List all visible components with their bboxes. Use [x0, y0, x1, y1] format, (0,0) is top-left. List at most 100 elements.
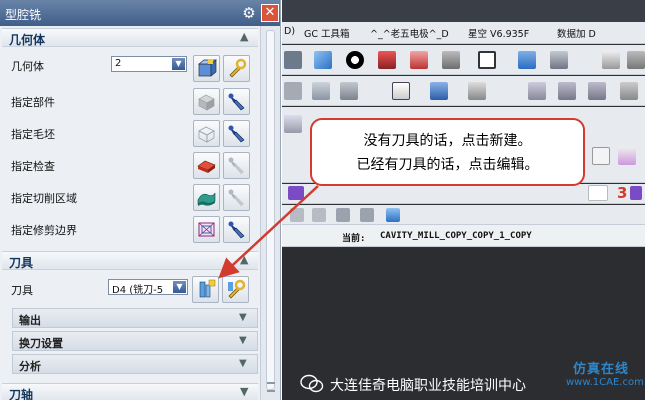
edit-geometry-button[interactable]	[223, 55, 250, 82]
toolbar-icon-21[interactable]	[620, 82, 638, 100]
toolbar-icon-11[interactable]	[627, 51, 645, 69]
toolbar-icon-1[interactable]	[284, 51, 302, 69]
annotation-callout: 没有刀具的话，点击新建。 已经有刀具的话，点击编辑。	[310, 118, 585, 186]
edge-view-icon[interactable]	[442, 51, 460, 69]
section-tool-axis-title: 刀轴	[9, 388, 34, 400]
tool-select-value: D4 (铣刀-5	[112, 285, 164, 296]
chevron-down-icon: ▼	[173, 281, 186, 293]
menu-xingkong[interactable]: 星空 V6.935F	[468, 26, 529, 40]
subsection-analysis-title: 分析	[19, 360, 41, 373]
toolbar-icon-14[interactable]	[340, 82, 358, 100]
edit-tool-button[interactable]	[222, 276, 249, 303]
geometry-label: 几何体	[11, 60, 44, 73]
toolbar-icon-8[interactable]	[518, 51, 536, 69]
callout-line-1: 没有刀具的话，点击新建。	[363, 133, 532, 149]
dialog-titlebar: 型腔铣 ⚙ ✕	[0, 0, 280, 26]
app-top-strip	[282, 0, 645, 22]
toolbar-icon-20[interactable]	[588, 82, 606, 100]
scrollbar-grip[interactable]	[267, 382, 275, 392]
close-button[interactable]: ✕	[261, 4, 279, 22]
toolbar-row-2	[282, 76, 645, 106]
specify-part-button[interactable]	[193, 88, 220, 115]
toolbar-row-1	[282, 45, 645, 75]
toolbar-row-4: 3	[282, 184, 645, 204]
current-label: 当前:	[342, 234, 366, 244]
toolbar-number-3[interactable]: 3	[617, 184, 627, 202]
toolbar-icon-28[interactable]	[312, 208, 326, 222]
subsection-tool-change[interactable]: 换刀设置 ▼	[12, 331, 258, 351]
section-view-icon[interactable]	[378, 51, 396, 69]
specify-check-label: 指定检查	[11, 160, 55, 173]
dialog-scrollbar[interactable]	[260, 26, 280, 400]
current-operation-bar: 当前: CAVITY_MILL_COPY_COPY_1_COPY	[282, 225, 645, 247]
cube-icon[interactable]	[314, 51, 332, 69]
nx-application-area: D) GC 工具箱 ^_^老五电极^_D 星空 V6.935F 数据加 D 3 …	[282, 0, 645, 400]
toolbar-icon-17[interactable]	[468, 82, 486, 100]
toolbar-icon-25[interactable]	[588, 185, 608, 201]
section-tool-title: 刀具	[9, 256, 34, 270]
cavity-mill-dialog: 型腔铣 ⚙ ✕ 几何体 ▲ 几何体 2 ▼ 指定部件 指定毛坯 指定检查 指定切…	[0, 0, 281, 400]
toolbar-icon-16[interactable]	[430, 82, 448, 100]
dialog-title: 型腔铣	[5, 8, 42, 22]
subsection-output[interactable]: 输出 ▼	[12, 308, 258, 328]
toolbar-icon-19[interactable]	[558, 82, 576, 100]
chevron-down-icon: ▼	[172, 58, 185, 70]
chevron-down-icon[interactable]: ▼	[239, 335, 247, 346]
gear-icon[interactable]: ⚙	[240, 4, 258, 22]
section-geometry-header[interactable]: 几何体 ▲	[2, 28, 258, 47]
subsection-tool-change-title: 换刀设置	[19, 337, 63, 350]
section-tool-axis-header[interactable]: 刀轴 ▼	[2, 383, 258, 400]
geometry-select[interactable]: 2 ▼	[111, 56, 187, 72]
toolbar-icon-27[interactable]	[290, 208, 304, 222]
toolbar-icon-9[interactable]	[550, 51, 568, 69]
watermark-logo-top: 仿真在线	[572, 362, 629, 377]
menu-electrode[interactable]: ^_^老五电极^_D	[370, 26, 449, 40]
chevron-down-icon[interactable]: ▼	[240, 385, 248, 398]
tool-select[interactable]: D4 (铣刀-5 ▼	[108, 279, 188, 296]
chevron-down-icon[interactable]: ▼	[239, 312, 247, 323]
toolbar-icon-31[interactable]	[386, 208, 400, 222]
display-blank-button[interactable]	[223, 120, 250, 147]
pencil-icon[interactable]	[618, 147, 636, 165]
chevron-up-icon[interactable]: ▲	[240, 30, 248, 43]
section-tool-header[interactable]: 刀具 ▲	[2, 251, 258, 270]
toolbar-icon-10[interactable]	[602, 51, 620, 69]
scrollbar-track[interactable]	[266, 30, 275, 390]
section-geometry-title: 几何体	[9, 33, 46, 47]
display-cut-area-button	[223, 184, 250, 211]
toolbar-icon-22[interactable]	[284, 115, 302, 133]
new-tool-button[interactable]	[192, 276, 219, 303]
display-part-button[interactable]	[223, 88, 250, 115]
shaded-view-icon[interactable]	[410, 51, 428, 69]
specify-check-button[interactable]	[193, 152, 220, 179]
new-geometry-button[interactable]	[193, 55, 220, 82]
toolbar-icon-24[interactable]	[288, 186, 304, 200]
subsection-output-title: 输出	[19, 314, 41, 327]
toolbar-icon-29[interactable]	[336, 208, 350, 222]
toolbar-icon-13[interactable]	[312, 82, 330, 100]
menu-plugin[interactable]: 数据加 D	[557, 26, 596, 40]
menu-item-d[interactable]: D)	[284, 26, 295, 37]
menu-gc-toolbox[interactable]: GC 工具箱	[304, 26, 350, 40]
toolbar-icon-15[interactable]	[392, 82, 410, 100]
toolbar-icon-12[interactable]	[284, 82, 302, 100]
render-style-icon[interactable]	[346, 51, 364, 69]
wechat-icon	[300, 374, 324, 393]
toolbar-icon-18[interactable]	[528, 82, 546, 100]
display-trim-boundary-button[interactable]	[223, 216, 250, 243]
tool-label: 刀具	[11, 284, 33, 297]
toolbar-icon-23[interactable]	[592, 147, 610, 165]
watermark-logo-bottom: www.1CAE.com	[566, 377, 644, 388]
toolbar-icon-30[interactable]	[360, 208, 374, 222]
toolbar-row-5	[282, 205, 645, 225]
menubar: D) GC 工具箱 ^_^老五电极^_D 星空 V6.935F 数据加 D	[282, 22, 645, 44]
chevron-up-icon[interactable]: ▲	[240, 253, 248, 266]
chevron-down-icon[interactable]: ▼	[239, 358, 247, 369]
background-color-icon[interactable]	[478, 51, 496, 69]
toolbar-icon-26[interactable]	[630, 186, 642, 200]
specify-cut-area-button[interactable]	[193, 184, 220, 211]
specify-blank-button[interactable]	[193, 120, 220, 147]
specify-trim-boundary-button[interactable]	[193, 216, 220, 243]
specify-trim-boundary-label: 指定修剪边界	[11, 224, 77, 237]
subsection-analysis[interactable]: 分析 ▼	[12, 354, 258, 374]
